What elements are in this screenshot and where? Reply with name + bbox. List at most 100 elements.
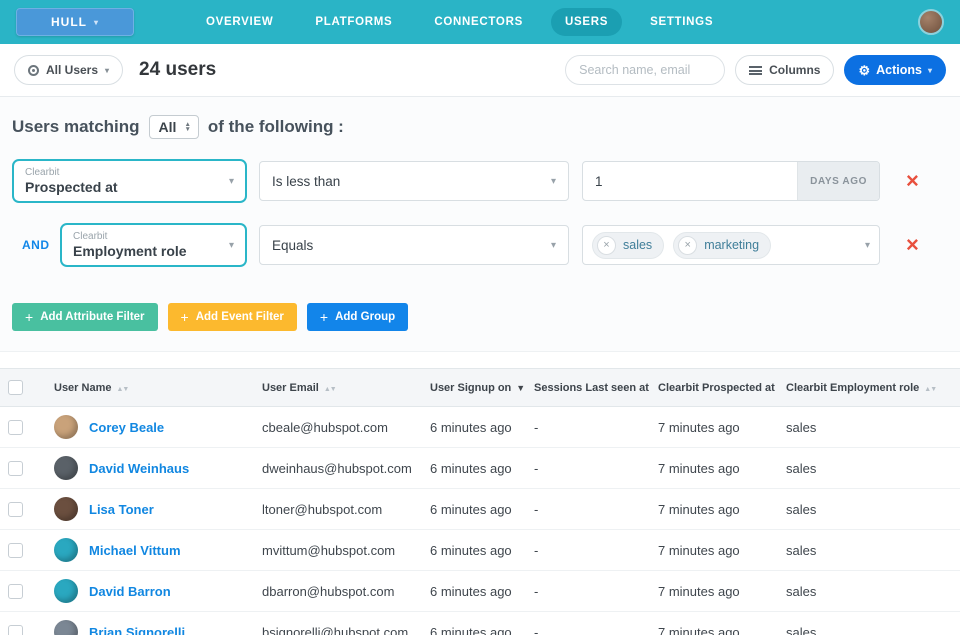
avatar [54, 415, 78, 439]
row-checkbox[interactable] [8, 502, 23, 517]
value-input-row1[interactable]: 1 DAYS AGO [582, 161, 880, 201]
remove-tag-button[interactable]: × [597, 236, 616, 255]
user-signup: 6 minutes ago [422, 448, 526, 489]
operator-value: Is less than [272, 174, 340, 189]
chevron-down-icon: ▾ [551, 176, 556, 187]
user-name-link[interactable]: Brian Signorelli [89, 625, 185, 635]
match-mode-select[interactable]: All ▲ ▼ [149, 115, 199, 139]
column-header-user-signup-on[interactable]: User Signup on▼ [422, 369, 526, 407]
clearbit-employment-role: sales [778, 448, 960, 489]
columns-list-icon [749, 66, 762, 75]
chevron-down-icon: ▾ [865, 240, 870, 251]
tags-input-row2[interactable]: × sales × marketing ▾ [582, 225, 880, 265]
column-header-sessions-last-seen[interactable]: Sessions Last seen at▲▼ [526, 369, 650, 407]
nav-item-platforms[interactable]: PLATFORMS [301, 8, 406, 36]
toolbar-right-group: Columns ⚙ Actions ▾ [565, 55, 946, 85]
add-group-label: Add Group [335, 311, 395, 323]
clearbit-prospected-at: 7 minutes ago [650, 530, 778, 571]
add-event-filter-label: Add Event Filter [196, 311, 284, 323]
clearbit-employment-role: sales [778, 612, 960, 635]
row-checkbox[interactable] [8, 461, 23, 476]
brand-menu-button[interactable]: HULL ▾ [16, 8, 134, 36]
row-checkbox[interactable] [8, 584, 23, 599]
user-count: 24 users [139, 59, 216, 81]
attribute-category: Clearbit [73, 231, 187, 243]
actions-button[interactable]: ⚙ Actions ▾ [844, 55, 946, 85]
attribute-select-prospected-at[interactable]: Clearbit Prospected at ▾ [12, 159, 247, 203]
table-row: David Barron dbarron@hubspot.com 6 minut… [0, 571, 960, 612]
user-name-link[interactable]: Lisa Toner [89, 502, 154, 517]
top-navbar: HULL ▾ OVERVIEW PLATFORMS CONNECTORS USE… [0, 0, 960, 44]
user-name-link[interactable]: Corey Beale [89, 420, 164, 435]
filter-heading-prefix: Users matching [12, 117, 140, 137]
row-checkbox[interactable] [8, 625, 23, 635]
user-name-link[interactable]: David Weinhaus [89, 461, 189, 476]
user-avatar[interactable] [918, 9, 944, 35]
sort-arrows-icon[interactable]: ▲▼ [116, 386, 128, 393]
user-signup: 6 minutes ago [422, 489, 526, 530]
row-checkbox[interactable] [8, 543, 23, 558]
gear-icon: ⚙ [858, 64, 870, 77]
sessions-last-seen: - [526, 489, 650, 530]
row-checkbox[interactable] [8, 420, 23, 435]
tag-label: sales [623, 238, 652, 252]
segment-label: All Users [46, 63, 98, 77]
operator-value: Equals [272, 238, 313, 253]
columns-button[interactable]: Columns [735, 55, 834, 85]
users-table: User Name▲▼ User Email▲▼ User Signup on▼… [0, 368, 960, 635]
column-header-clearbit-employment-role[interactable]: Clearbit Employment role▲▼ [778, 369, 960, 407]
avatar [54, 620, 78, 635]
filter-heading-suffix: of the following : [208, 117, 344, 137]
sort-desc-active-icon[interactable]: ▼ [516, 383, 525, 393]
operator-select-row1[interactable]: Is less than ▾ [259, 161, 569, 201]
column-header-user-email[interactable]: User Email▲▼ [254, 369, 422, 407]
nav-item-settings[interactable]: SETTINGS [636, 8, 727, 36]
delete-filter-row2-button[interactable]: × [906, 234, 919, 256]
stepper-down-icon: ▼ [184, 127, 190, 132]
select-all-checkbox[interactable] [8, 380, 23, 395]
tag-label: marketing [704, 238, 759, 252]
user-email: ltoner@hubspot.com [254, 489, 422, 530]
delete-filter-row1-button[interactable]: × [906, 170, 919, 192]
user-signup: 6 minutes ago [422, 530, 526, 571]
table-row: Michael Vittum mvittum@hubspot.com 6 min… [0, 530, 960, 571]
user-signup: 6 minutes ago [422, 612, 526, 635]
sort-arrows-icon[interactable]: ▲▼ [924, 386, 936, 393]
sort-arrows-icon[interactable]: ▲▼ [324, 386, 336, 393]
add-group-button[interactable]: + Add Group [307, 303, 408, 331]
avatar [54, 456, 78, 480]
sessions-last-seen: - [526, 407, 650, 448]
avatar [54, 579, 78, 603]
nav-item-users[interactable]: USERS [551, 8, 622, 36]
attribute-select-employment-role[interactable]: Clearbit Employment role ▾ [60, 223, 247, 267]
user-name-link[interactable]: Michael Vittum [89, 543, 181, 558]
table-row: Corey Beale cbeale@hubspot.com 6 minutes… [0, 407, 960, 448]
clearbit-prospected-at: 7 minutes ago [650, 571, 778, 612]
user-name-link[interactable]: David Barron [89, 584, 171, 599]
add-attribute-filter-button[interactable]: + Add Attribute Filter [12, 303, 158, 331]
table-row: David Weinhaus dweinhaus@hubspot.com 6 m… [0, 448, 960, 489]
plus-icon: + [25, 310, 33, 324]
clearbit-prospected-at: 7 minutes ago [650, 489, 778, 530]
remove-tag-button[interactable]: × [678, 236, 697, 255]
add-event-filter-button[interactable]: + Add Event Filter [168, 303, 297, 331]
segment-selector-button[interactable]: All Users ▾ [14, 55, 123, 85]
sessions-last-seen: - [526, 612, 650, 635]
segment-icon [28, 65, 39, 76]
search-input[interactable] [565, 55, 725, 85]
actions-label: Actions [876, 63, 922, 77]
user-email: bsignorelli@hubspot.com [254, 612, 422, 635]
filter-row-2: AND Clearbit Employment role ▾ Equals ▾ … [12, 223, 948, 267]
add-attribute-filter-label: Add Attribute Filter [40, 311, 144, 323]
operator-select-row2[interactable]: Equals ▾ [259, 225, 569, 265]
nav-item-connectors[interactable]: CONNECTORS [420, 8, 537, 36]
clearbit-prospected-at: 7 minutes ago [650, 448, 778, 489]
attribute-name: Prospected at [25, 179, 118, 195]
sessions-last-seen: - [526, 448, 650, 489]
nav-item-overview[interactable]: OVERVIEW [192, 8, 287, 36]
column-header-clearbit-prospected-at[interactable]: Clearbit Prospected at▲▼ [650, 369, 778, 407]
user-signup: 6 minutes ago [422, 407, 526, 448]
clearbit-prospected-at: 7 minutes ago [650, 612, 778, 635]
column-header-user-name[interactable]: User Name▲▼ [46, 369, 254, 407]
table-row: Brian Signorelli bsignorelli@hubspot.com… [0, 612, 960, 635]
